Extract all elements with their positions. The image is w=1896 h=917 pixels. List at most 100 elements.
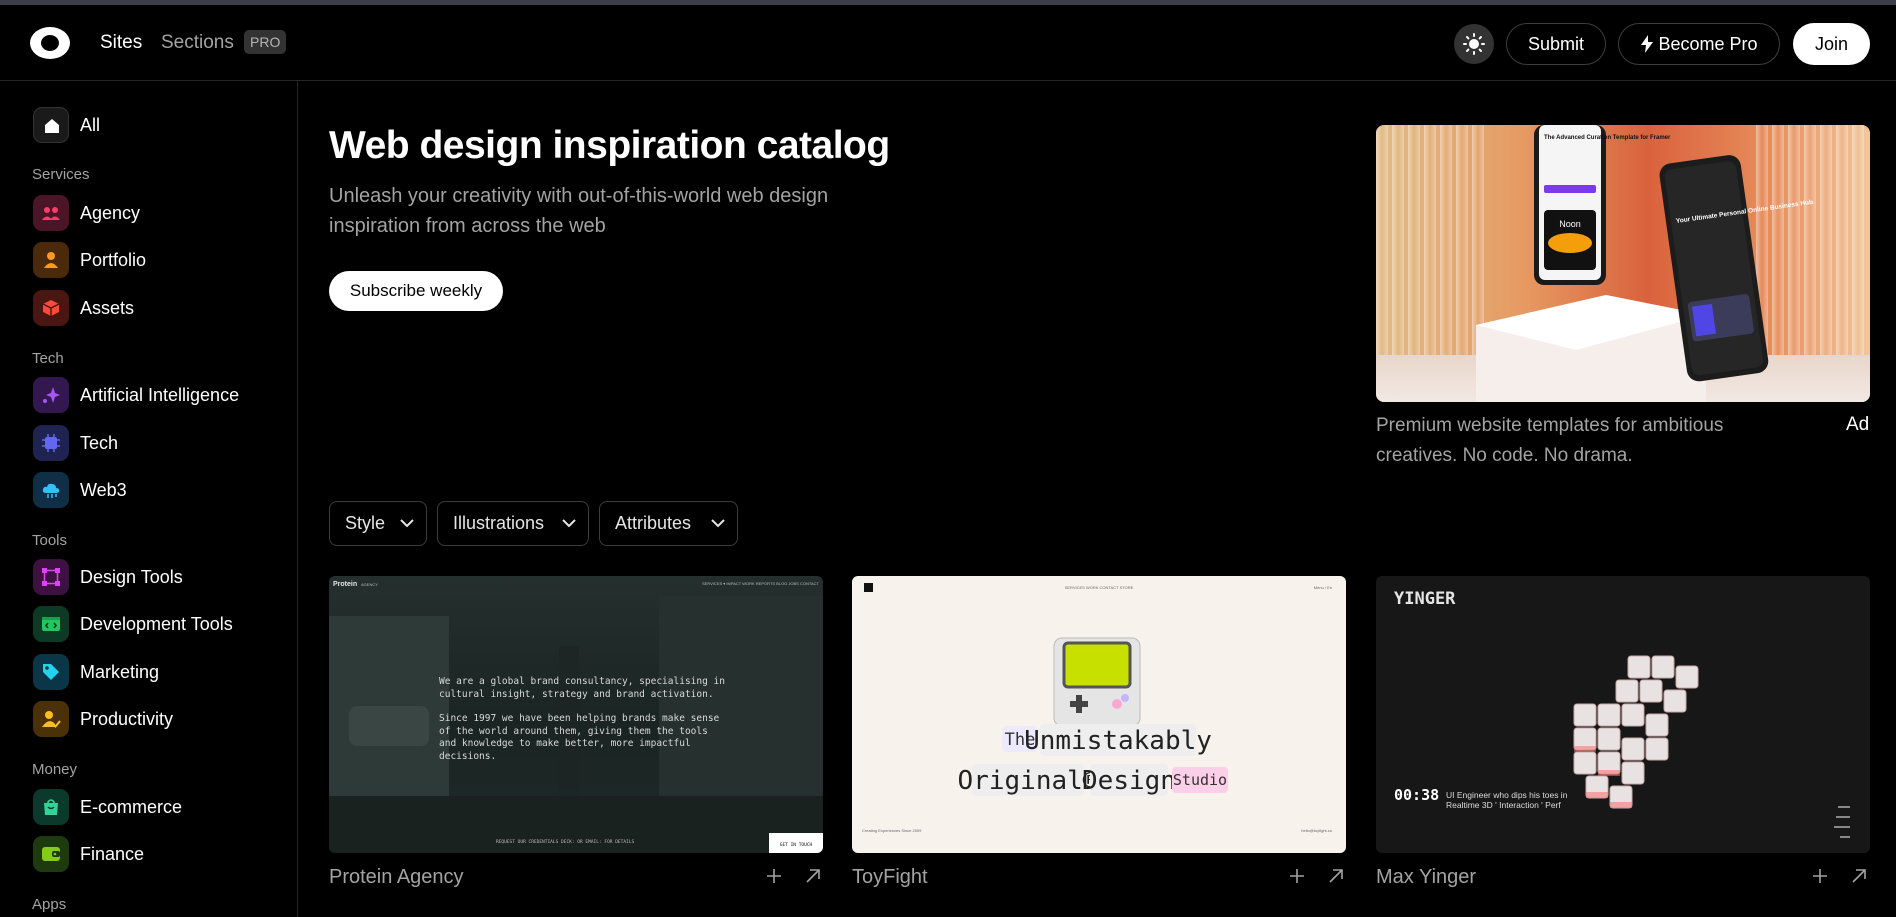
pro-badge: PRO <box>244 30 287 54</box>
protein-para-1: We are a global brand consultancy, speci… <box>439 676 725 700</box>
site-title-max-yinger[interactable]: Max Yinger <box>1376 866 1476 889</box>
ad-description[interactable]: Premium website templates for ambitious … <box>1376 411 1776 471</box>
submit-button[interactable]: Submit <box>1506 23 1606 65</box>
sidebar-item-portfolio[interactable]: Portfolio <box>33 241 283 279</box>
tag-icon <box>33 654 69 690</box>
toyfight-word-studio: Studio <box>1173 771 1227 789</box>
nav-sites[interactable]: Sites <box>100 32 142 54</box>
shopping-bag-icon <box>33 789 69 825</box>
site-thumbnail-toyfight[interactable]: SERVICES WORK CONTACT STORE Menu / En Th… <box>852 576 1346 853</box>
add-to-collection-button[interactable] <box>1810 866 1830 886</box>
join-button[interactable]: Join <box>1793 23 1870 65</box>
protein-brand: Protein <box>333 581 357 588</box>
ad-tag: Ad <box>1846 414 1870 435</box>
sidebar-item-label: Development Tools <box>80 614 233 634</box>
yinger-intro: UI Engineer who dips his toes in Realtim… <box>1446 790 1568 810</box>
filter-illustrations-dropdown[interactable]: Illustrations <box>437 501 589 546</box>
site-title-protein-agency[interactable]: Protein Agency <box>329 866 464 889</box>
open-site-button[interactable] <box>1326 866 1346 886</box>
sidebar-item-label: Design Tools <box>80 567 183 587</box>
arrow-up-right-icon <box>1852 869 1866 883</box>
protein-thumbnail-art: Protein AGENCY SERVICES ▾ IMPACT WORK RE… <box>329 581 823 853</box>
protein-para-2: Since 1997 we have been helping brands m… <box>439 713 720 762</box>
add-to-collection-button[interactable] <box>1287 866 1307 886</box>
eye-logo-icon[interactable] <box>30 27 70 59</box>
sidebar: All Services Agency Portfolio Assets Tec… <box>0 81 298 917</box>
sidebar-item-tech[interactable]: Tech <box>33 424 283 462</box>
sidebar-item-finance[interactable]: Finance <box>33 835 283 873</box>
site-thumbnail-max-yinger[interactable]: YINGER 00:38 UI Engineer who dips his to… <box>1376 576 1870 853</box>
sidebar-item-label: Tech <box>80 433 119 453</box>
ad-image[interactable]: Noon The Advanced Curation Template for … <box>1376 125 1870 402</box>
vector-nodes-icon <box>33 559 69 595</box>
arrow-up-right-icon <box>1329 869 1343 883</box>
filter-label: Style <box>345 513 386 533</box>
protein-brand-sub: AGENCY <box>361 582 378 587</box>
lightning-icon <box>1641 35 1654 53</box>
subscribe-weekly-button[interactable]: Subscribe weekly <box>329 271 503 311</box>
sidebar-item-marketing[interactable]: Marketing <box>33 653 283 691</box>
yinger-logo: YINGER <box>1394 589 1456 609</box>
chip-icon <box>33 425 69 461</box>
sidebar-item-label: Assets <box>80 298 135 318</box>
site-title-toyfight[interactable]: ToyFight <box>852 866 928 889</box>
sidebar-item-label: Agency <box>80 203 141 223</box>
toyfight-word-unmistakably: Unmistakably <box>1024 726 1212 756</box>
sidebar-item-label: Finance <box>80 844 145 864</box>
become-pro-button[interactable]: Become Pro <box>1618 23 1780 65</box>
sidebar-heading-tech: Tech <box>32 350 64 367</box>
filter-label: Illustrations <box>453 513 545 533</box>
filter-style-dropdown[interactable]: Style <box>329 501 427 546</box>
sparkle-icon <box>33 377 69 413</box>
chevron-down-icon <box>400 519 414 528</box>
filter-attributes-dropdown[interactable]: Attributes <box>599 501 738 546</box>
sidebar-item-label: Portfolio <box>80 250 147 270</box>
open-site-button[interactable] <box>1849 866 1869 886</box>
theme-toggle-button[interactable] <box>1454 24 1494 64</box>
sidebar-item-ai[interactable]: Artificial Intelligence <box>33 376 283 414</box>
person-icon <box>33 242 69 278</box>
yinger-time: 00:38 <box>1394 786 1439 804</box>
page-title: Web design inspiration catalog <box>329 124 890 167</box>
toyfight-word-design: Design <box>1082 766 1176 796</box>
sidebar-heading-tools: Tools <box>32 532 68 549</box>
protein-cta: GET IN TOUCH <box>780 842 813 848</box>
become-pro-label: Become Pro <box>1658 34 1758 54</box>
wallet-icon <box>33 836 69 872</box>
sidebar-item-development-tools[interactable]: Development Tools <box>33 605 283 643</box>
toyfight-thumbnail-art: SERVICES WORK CONTACT STORE Menu / En Th… <box>862 583 1333 833</box>
protein-nav: SERVICES ▾ IMPACT WORK REPORTS BLOG JOBS… <box>702 581 820 586</box>
plus-icon <box>767 869 781 883</box>
sidebar-item-label: Productivity <box>80 709 174 729</box>
protein-footer: REQUEST OUR CREDENTIALS DECK: OR EMAIL: … <box>496 839 634 845</box>
sidebar-item-productivity[interactable]: Productivity <box>33 700 283 738</box>
sidebar-item-ecommerce[interactable]: E-commerce <box>33 788 283 826</box>
sidebar-heading-services: Services <box>32 166 90 183</box>
chevron-down-icon <box>711 519 725 528</box>
sidebar-heading-apps: Apps <box>32 896 67 913</box>
add-to-collection-button[interactable] <box>764 866 784 886</box>
top-header: Sites Sections PRO Submit Become Pro Joi… <box>0 5 1896 81</box>
cube-icon <box>33 290 69 326</box>
nav-sections[interactable]: Sections <box>161 32 234 54</box>
site-thumbnail-protein-agency[interactable]: Protein AGENCY SERVICES ▾ IMPACT WORK RE… <box>329 576 823 853</box>
sidebar-item-assets[interactable]: Assets <box>33 289 283 327</box>
ad-phone1-card: Noon <box>1559 219 1581 229</box>
open-site-button[interactable] <box>803 866 823 886</box>
sidebar-item-design-tools[interactable]: Design Tools <box>33 558 283 596</box>
ad-phone1-heading: The Advanced Curation Template for Frame… <box>1544 135 1671 141</box>
sidebar-item-web3[interactable]: Web3 <box>33 471 283 509</box>
toyfight-nav: SERVICES WORK CONTACT STORE <box>1065 585 1134 590</box>
sidebar-item-label: E-commerce <box>80 797 183 817</box>
sidebar-item-agency[interactable]: Agency <box>33 194 283 232</box>
home-icon <box>33 107 69 143</box>
sidebar-item-all[interactable]: All <box>33 106 283 144</box>
people-icon <box>33 195 69 231</box>
ad-illustration: Noon The Advanced Curation Template for … <box>1376 125 1870 402</box>
yinger-thumbnail-art: YINGER 00:38 UI Engineer who dips his to… <box>1394 589 1850 838</box>
person-check-icon <box>33 701 69 737</box>
cloud-icon <box>33 472 69 508</box>
code-window-icon <box>33 606 69 642</box>
toyfight-footer-right: hello@toyfight.co <box>1301 828 1333 833</box>
filter-label: Attributes <box>615 513 692 533</box>
